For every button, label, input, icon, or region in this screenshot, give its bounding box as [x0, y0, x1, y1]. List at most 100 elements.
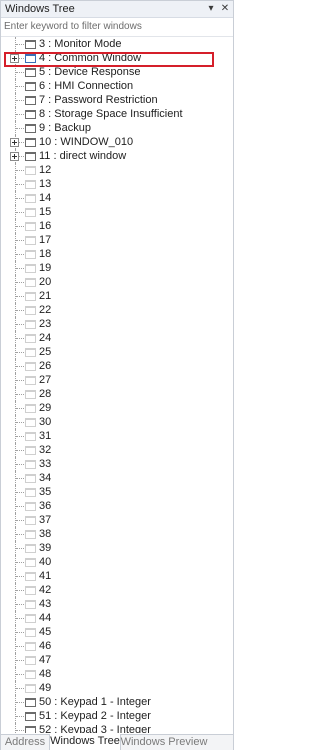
- panel-titlebar: Windows Tree ▾ ✕: [1, 1, 233, 18]
- tree-item[interactable]: 6 : HMI Connection: [1, 79, 233, 93]
- tree-item-label: 25: [39, 346, 52, 358]
- tree-guide-branch: [16, 394, 24, 395]
- empty-window-icon: [25, 446, 36, 455]
- tree-item[interactable]: 31: [1, 429, 233, 443]
- tree-item[interactable]: 16: [1, 219, 233, 233]
- empty-window-icon: [25, 432, 36, 441]
- empty-window-icon: [25, 600, 36, 609]
- tree-item[interactable]: 19: [1, 261, 233, 275]
- tree-item-label: 13: [39, 178, 52, 190]
- tree-item-label: 21: [39, 290, 52, 302]
- windows-tree[interactable]: 3 : Monitor Mode 4 : Common Window 5 : Dev…: [1, 37, 233, 733]
- tree-item[interactable]: 9 : Backup: [1, 121, 233, 135]
- tree-item[interactable]: 5 : Device Response: [1, 65, 233, 79]
- tree-item[interactable]: 44: [1, 611, 233, 625]
- tree-item-label: 3 : Monitor Mode: [39, 38, 122, 50]
- panel-title: Windows Tree: [5, 3, 75, 15]
- tree-item[interactable]: 13: [1, 177, 233, 191]
- tree-item[interactable]: 50 : Keypad 1 - Integer: [1, 695, 233, 709]
- tree-item[interactable]: 35: [1, 485, 233, 499]
- tree-guide-branch: [16, 296, 24, 297]
- tree-item-label: 12: [39, 164, 52, 176]
- tree-item[interactable]: 4 : Common Window: [1, 51, 233, 65]
- empty-window-icon: [25, 236, 36, 245]
- empty-window-icon: [25, 404, 36, 413]
- tree-item-label: 19: [39, 262, 52, 274]
- tree-item[interactable]: 40: [1, 555, 233, 569]
- tree-item[interactable]: 32: [1, 443, 233, 457]
- tree-item[interactable]: 25: [1, 345, 233, 359]
- tree-item[interactable]: 26: [1, 359, 233, 373]
- tree-item-label: 23: [39, 318, 52, 330]
- tree-item-label: 31: [39, 430, 52, 442]
- tree-item-label: 22: [39, 304, 52, 316]
- tree-item[interactable]: 15: [1, 205, 233, 219]
- tree-item-label: 46: [39, 640, 52, 652]
- tree-item[interactable]: 11 : direct window: [1, 149, 233, 163]
- window-icon: [25, 82, 36, 91]
- tree-item[interactable]: 43: [1, 597, 233, 611]
- empty-window-icon: [25, 334, 36, 343]
- tree-item[interactable]: 10 : WINDOW_010: [1, 135, 233, 149]
- tree-item-label: 36: [39, 500, 52, 512]
- tree-item-label: 9 : Backup: [39, 122, 91, 134]
- tree-item[interactable]: 17: [1, 233, 233, 247]
- tree-item[interactable]: 48: [1, 667, 233, 681]
- tree-item[interactable]: 12: [1, 163, 233, 177]
- tree-item[interactable]: 34: [1, 471, 233, 485]
- close-icon[interactable]: ✕: [219, 2, 231, 16]
- tree-item-label: 49: [39, 682, 52, 694]
- tree-guide-branch: [16, 100, 24, 101]
- tree-item[interactable]: 46: [1, 639, 233, 653]
- window-icon: [25, 96, 36, 105]
- tree-item[interactable]: 28: [1, 387, 233, 401]
- tree-item[interactable]: 21: [1, 289, 233, 303]
- tree-item-label: 51 : Keypad 2 - Integer: [39, 710, 151, 722]
- tree-item[interactable]: 47: [1, 653, 233, 667]
- tree-item-label: 16: [39, 220, 52, 232]
- tree-guide-branch: [16, 44, 24, 45]
- tree-guide-branch: [16, 562, 24, 563]
- expand-icon[interactable]: [10, 152, 19, 161]
- tree-item[interactable]: 8 : Storage Space Insufficient: [1, 107, 233, 121]
- tree-guide-branch: [16, 534, 24, 535]
- tree-item[interactable]: 3 : Monitor Mode: [1, 37, 233, 51]
- tree-item[interactable]: 18: [1, 247, 233, 261]
- tree-item[interactable]: 33: [1, 457, 233, 471]
- tree-item-label: 43: [39, 598, 52, 610]
- tree-guide-branch: [16, 268, 24, 269]
- tree-item[interactable]: 45: [1, 625, 233, 639]
- tab-address[interactable]: Address: [1, 735, 49, 750]
- tree-item[interactable]: 22: [1, 303, 233, 317]
- tree-item[interactable]: 23: [1, 317, 233, 331]
- tree-item[interactable]: 51 : Keypad 2 - Integer: [1, 709, 233, 723]
- tree-item[interactable]: 20: [1, 275, 233, 289]
- tree-item[interactable]: 49: [1, 681, 233, 695]
- tab-windows-preview[interactable]: Windows Preview: [120, 735, 208, 750]
- tree-item[interactable]: 39: [1, 541, 233, 555]
- tree-item[interactable]: 7 : Password Restriction: [1, 93, 233, 107]
- tree-item[interactable]: 41: [1, 569, 233, 583]
- pin-icon[interactable]: ▾: [205, 2, 217, 16]
- tab-windows-tree[interactable]: Windows Tree: [49, 734, 121, 750]
- tree-item[interactable]: 24: [1, 331, 233, 345]
- tree-item[interactable]: 42: [1, 583, 233, 597]
- empty-window-icon: [25, 362, 36, 371]
- expand-icon[interactable]: [10, 138, 19, 147]
- tree-item[interactable]: 27: [1, 373, 233, 387]
- empty-window-icon: [25, 460, 36, 469]
- expand-icon[interactable]: [10, 54, 19, 63]
- tree-item[interactable]: 29: [1, 401, 233, 415]
- tree-item-label: 40: [39, 556, 52, 568]
- filter-input[interactable]: [4, 19, 226, 34]
- empty-window-icon: [25, 488, 36, 497]
- tree-item[interactable]: 14: [1, 191, 233, 205]
- tree-item[interactable]: 38: [1, 527, 233, 541]
- empty-window-icon: [25, 614, 36, 623]
- bottom-tabs: Address Windows Tree Windows Preview: [1, 734, 233, 750]
- tree-item[interactable]: 30: [1, 415, 233, 429]
- tree-guide-line: [15, 723, 16, 733]
- tree-item[interactable]: 52 : Keypad 3 - Integer: [1, 723, 233, 733]
- tree-item[interactable]: 37: [1, 513, 233, 527]
- tree-item[interactable]: 36: [1, 499, 233, 513]
